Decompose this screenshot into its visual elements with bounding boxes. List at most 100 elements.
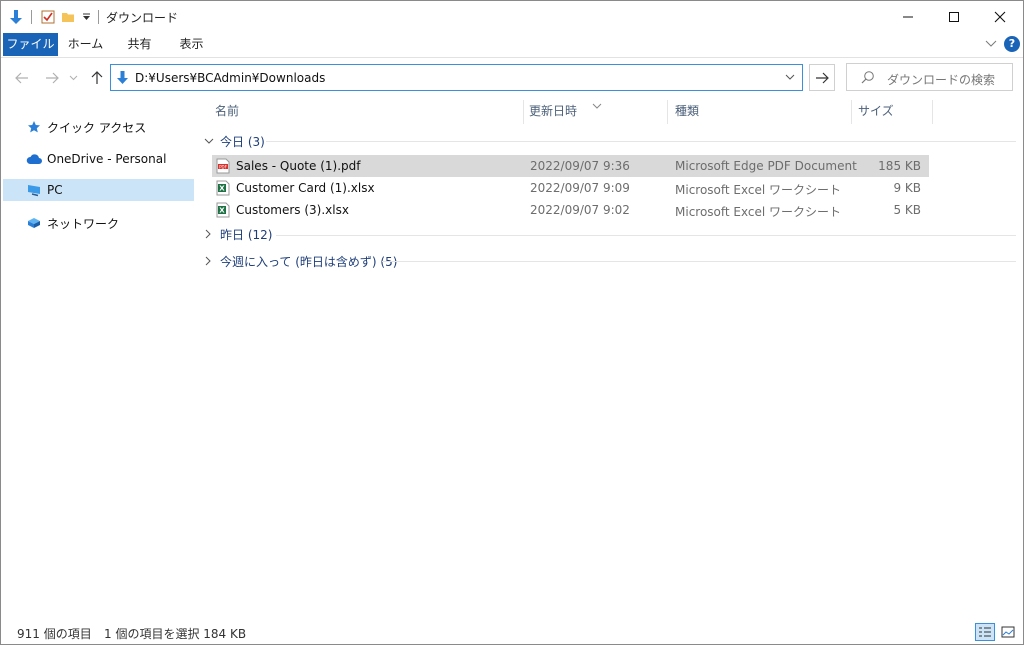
file-size: 185 KB: [878, 159, 921, 173]
address-history-chevron-icon[interactable]: [784, 70, 796, 87]
file-type: Microsoft Excel ワークシート: [675, 205, 842, 219]
file-date: 2022/09/07 9:36: [530, 159, 630, 173]
group-label: 今週に入って (昨日は含めず) (5): [220, 254, 398, 269]
group-header-this-week[interactable]: 今週に入って (昨日は含めず) (5): [204, 251, 397, 271]
nav-item-quick-access[interactable]: クイック アクセス: [3, 116, 194, 138]
checkmark-properties-icon[interactable]: [39, 7, 57, 27]
tab-file[interactable]: ファイル: [3, 33, 58, 56]
chevron-down-icon: [69, 75, 77, 81]
group-label: 今日 (3): [220, 134, 265, 149]
file-date: 2022/09/07 9:02: [530, 203, 630, 217]
tab-share[interactable]: 共有: [117, 33, 162, 56]
group-divider: [266, 141, 1016, 142]
file-row[interactable]: X Customer Card (1).xlsx 2022/09/07 9:09…: [212, 177, 929, 199]
sort-descending-icon: [592, 98, 602, 112]
file-row[interactable]: X Customers (3).xlsx 2022/09/07 9:02 Mic…: [212, 199, 929, 221]
tab-home[interactable]: ホーム: [63, 33, 108, 56]
dropdown-caret-icon[interactable]: [79, 7, 93, 27]
title-bar: ダウンロード: [1, 1, 1023, 33]
close-icon: [994, 11, 1006, 23]
file-name: Customers (3).xlsx: [236, 203, 349, 217]
chevron-right-icon: [204, 256, 216, 266]
group-label: 昨日 (12): [220, 227, 273, 242]
search-placeholder: ダウンロードの検索: [887, 73, 996, 87]
item-count: 911 個の項目: [17, 627, 92, 641]
excel-icon: X: [216, 180, 230, 199]
chevron-down-icon: [204, 138, 216, 145]
column-divider[interactable]: [932, 100, 933, 124]
group-header-yesterday[interactable]: 昨日 (12): [204, 224, 272, 244]
down-arrow-icon[interactable]: [7, 7, 25, 27]
file-row[interactable]: PDF Sales - Quote (1).pdf 2022/09/07 9:3…: [212, 155, 929, 177]
back-arrow-icon: [15, 72, 28, 84]
minimize-icon: [903, 16, 913, 18]
cloud-icon: [25, 153, 43, 165]
column-header-size[interactable]: サイズ: [858, 98, 894, 124]
details-view-icon: [979, 627, 991, 637]
excel-icon: X: [216, 202, 230, 221]
selection-info: 1 個の項目を選択 184 KB: [104, 627, 247, 641]
pdf-icon: PDF: [216, 158, 230, 177]
file-name: Sales - Quote (1).pdf: [236, 159, 361, 173]
nav-item-pc[interactable]: PC: [3, 179, 194, 201]
file-date: 2022/09/07 9:09: [530, 181, 630, 195]
file-name: Customer Card (1).xlsx: [236, 181, 375, 195]
navigation-pane: クイック アクセス OneDrive - Personal PC ネットワーク: [1, 98, 196, 618]
svg-text:PDF: PDF: [219, 164, 227, 169]
search-box[interactable]: ダウンロードの検索: [846, 63, 1013, 91]
explorer-window: ダウンロード ファイル ホーム 共有 表示 ? D:¥Users¥BCAdmin…: [0, 0, 1024, 645]
star-icon: [25, 120, 43, 134]
file-type: Microsoft Excel ワークシート: [675, 183, 842, 197]
forward-button[interactable]: [41, 67, 63, 89]
nav-item-network[interactable]: ネットワーク: [3, 212, 194, 234]
column-divider[interactable]: [667, 100, 668, 124]
search-icon: [861, 70, 875, 87]
file-size: 9 KB: [893, 181, 921, 195]
address-path: D:¥Users¥BCAdmin¥Downloads: [135, 71, 326, 85]
svg-text:X: X: [219, 207, 225, 215]
status-bar: 911 個の項目 1 個の項目を選択 184 KB: [1, 621, 1023, 644]
close-button[interactable]: [977, 1, 1023, 33]
computer-icon: [25, 183, 43, 197]
column-divider[interactable]: [523, 100, 524, 124]
window-title: ダウンロード: [106, 11, 179, 25]
svg-text:X: X: [219, 185, 225, 193]
file-type: Microsoft Edge PDF Document: [675, 159, 857, 173]
folder-icon[interactable]: [59, 7, 77, 27]
network-icon: [25, 216, 43, 230]
large-icons-view-button[interactable]: [998, 623, 1018, 641]
address-bar[interactable]: D:¥Users¥BCAdmin¥Downloads: [110, 64, 803, 91]
minimize-button[interactable]: [885, 1, 931, 33]
help-icon[interactable]: ?: [1004, 36, 1020, 52]
up-button[interactable]: [86, 67, 108, 89]
tab-view[interactable]: 表示: [169, 33, 214, 56]
file-size: 5 KB: [893, 203, 921, 217]
nav-label: クイック アクセス: [47, 120, 147, 135]
file-list: 名前 更新日時 種類 サイズ 今日 (3) PDF Sales - Quote …: [196, 98, 1023, 618]
column-header-date[interactable]: 更新日時: [529, 98, 577, 124]
details-view-button[interactable]: [975, 623, 995, 641]
nav-label: OneDrive - Personal: [47, 152, 167, 166]
toolbar-divider: [31, 10, 32, 24]
go-button[interactable]: [809, 64, 835, 91]
nav-label: ネットワーク: [47, 216, 120, 231]
group-divider: [382, 261, 1016, 262]
ribbon-expand-chevron-icon[interactable]: [985, 38, 997, 52]
toolbar-divider: [98, 10, 99, 24]
column-header-type[interactable]: 種類: [675, 98, 699, 124]
ribbon-tabs: ファイル ホーム 共有 表示 ?: [1, 33, 1023, 58]
nav-item-onedrive[interactable]: OneDrive - Personal: [3, 148, 194, 170]
column-divider[interactable]: [851, 100, 852, 124]
download-location-icon: [116, 70, 129, 88]
maximize-button[interactable]: [931, 1, 977, 33]
back-button[interactable]: [11, 67, 33, 89]
column-header-name[interactable]: 名前: [215, 98, 239, 124]
forward-arrow-icon: [46, 72, 59, 84]
group-header-today[interactable]: 今日 (3): [204, 131, 265, 151]
group-divider: [276, 235, 1016, 236]
recent-locations-button[interactable]: [65, 67, 81, 89]
maximize-icon: [949, 12, 959, 22]
go-arrow-icon: [816, 72, 829, 83]
large-icons-view-icon: [1001, 626, 1015, 638]
nav-label: PC: [47, 183, 63, 197]
